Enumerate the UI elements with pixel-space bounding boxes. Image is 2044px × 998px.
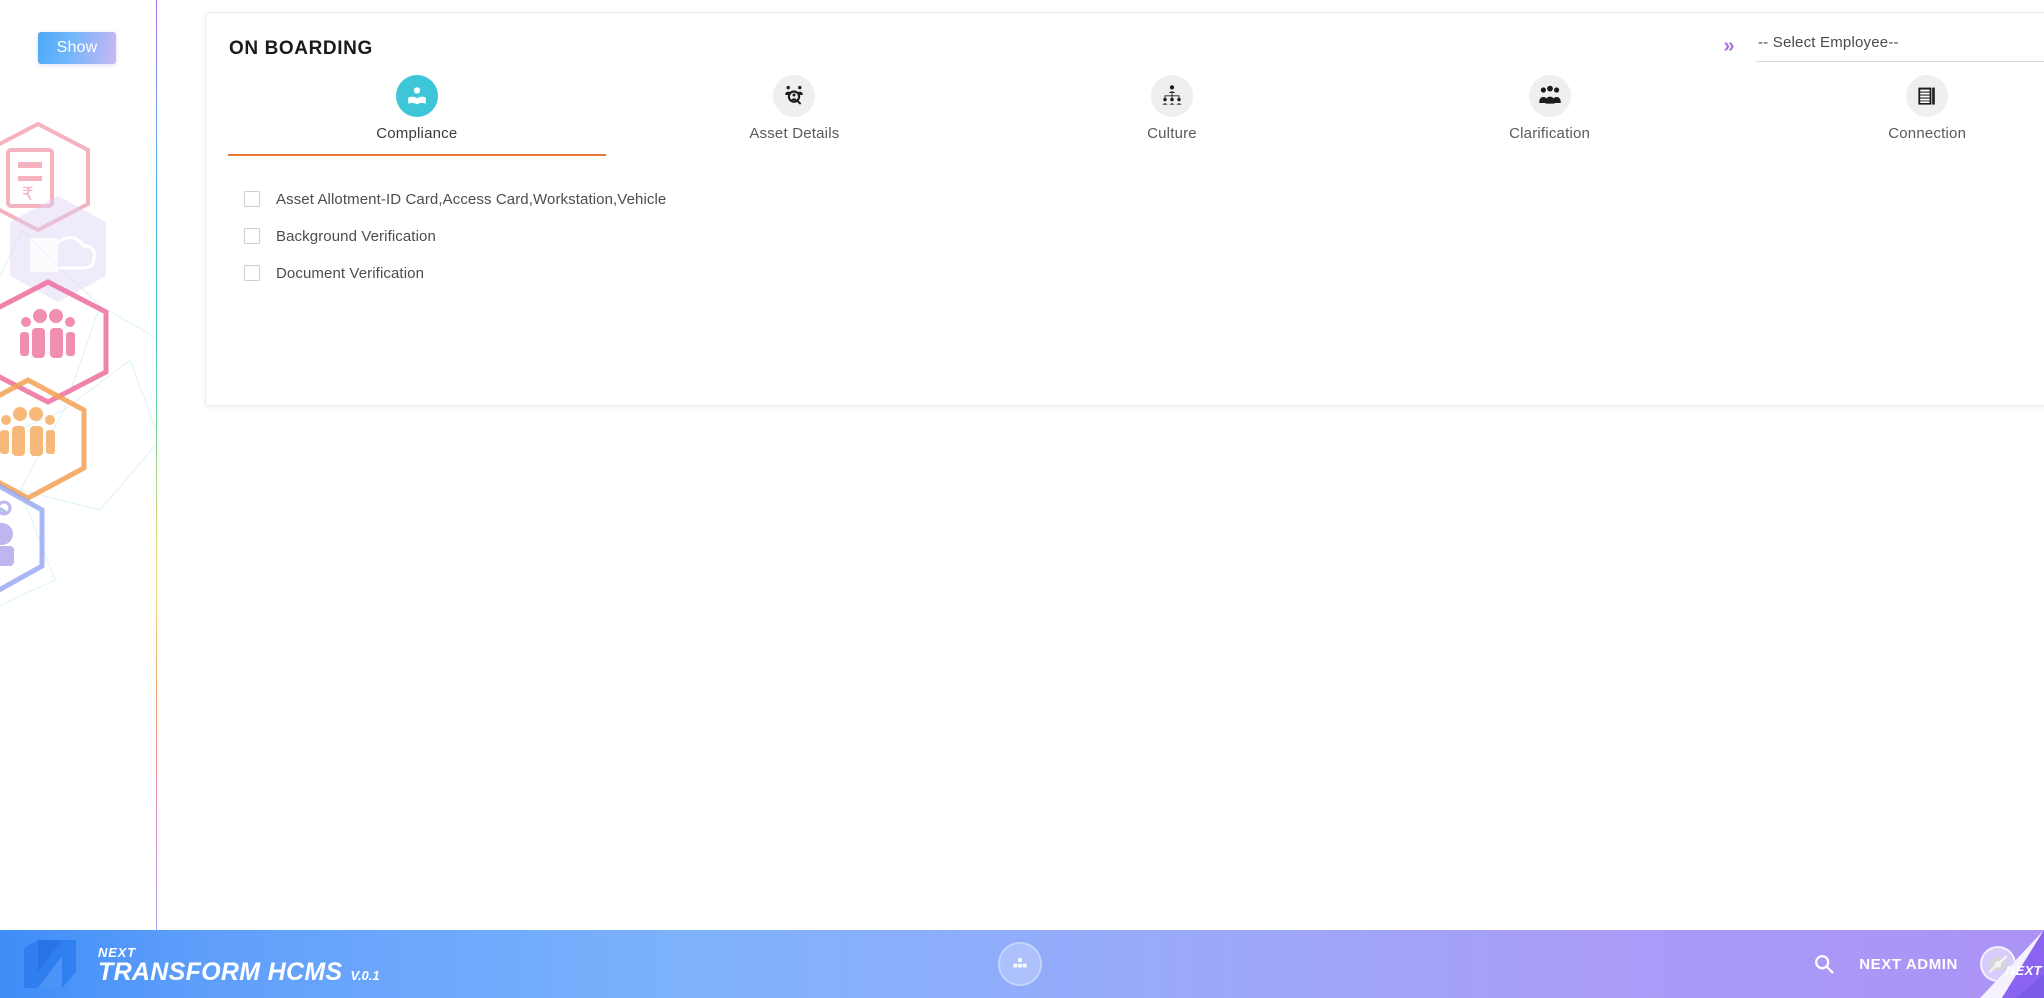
brand-text: NEXT TRANSFORM HCMS V.0.1: [98, 943, 380, 985]
double-chevron-right-icon[interactable]: »: [1708, 36, 1750, 56]
admin-name-label: NEXT ADMIN: [1859, 956, 1958, 973]
tab-connection[interactable]: Connection: [1738, 75, 2044, 156]
decorative-hexagon-graphics: ₹: [0, 110, 157, 630]
app-root: Show ₹: [0, 0, 2044, 998]
page-title: ON BOARDING: [229, 38, 373, 60]
employee-select-value: -- Select Employee--: [1758, 34, 1899, 51]
corner-fold: NEXT: [1972, 930, 2044, 998]
employee-select[interactable]: -- Select Employee--: [1756, 29, 2044, 62]
brand: NEXT TRANSFORM HCMS V.0.1: [22, 930, 380, 998]
tab-label: Compliance: [228, 125, 606, 142]
brand-version-label: V.0.1: [350, 969, 379, 982]
search-icon[interactable]: [1811, 951, 1837, 977]
tab-label: Connection: [1738, 125, 2044, 142]
checklist-item: Background Verification: [244, 223, 2044, 249]
header-controls: » -- Select Employee--: [1708, 29, 2044, 62]
checklist-item-label[interactable]: Asset Allotment-ID Card,Access Card,Work…: [276, 191, 666, 208]
checklist-item: Asset Allotment-ID Card,Access Card,Work…: [244, 186, 2044, 212]
checklist-item-label[interactable]: Background Verification: [276, 228, 436, 245]
stacked-blocks-icon: [1010, 954, 1030, 974]
next-n-logo-icon: [22, 938, 88, 990]
checkbox-background-verification[interactable]: [244, 228, 260, 244]
checklist-item: Document Verification: [244, 260, 2044, 286]
footer-center-button[interactable]: [998, 942, 1042, 986]
onboarding-tabs: Compliance: [206, 75, 2044, 156]
checkbox-document-verification[interactable]: [244, 265, 260, 281]
footer-bar: NEXT TRANSFORM HCMS V.0.1: [0, 930, 2044, 998]
tab-label: Culture: [983, 125, 1361, 142]
tab-clarification[interactable]: Clarification: [1361, 75, 1739, 156]
org-chart-hierarchy-icon: [1151, 75, 1193, 117]
svg-text:₹: ₹: [22, 184, 33, 205]
corner-fold-label: NEXT: [2006, 963, 2042, 978]
left-rail: Show ₹: [0, 0, 157, 930]
onboarding-card: ON BOARDING » -- Select Employee--: [205, 12, 2044, 406]
tab-asset-details[interactable]: Asset Details: [606, 75, 984, 156]
brand-main-label: TRANSFORM HCMS: [98, 960, 342, 985]
checkbox-asset-allotment[interactable]: [244, 191, 260, 207]
main-content: ON BOARDING » -- Select Employee--: [157, 0, 2044, 930]
people-group-icon: [1529, 75, 1571, 117]
card-header: ON BOARDING » -- Select Employee--: [206, 13, 2044, 73]
building-office-icon: [1906, 75, 1948, 117]
person-search-group-icon: [773, 75, 815, 117]
show-button[interactable]: Show: [38, 32, 116, 64]
tab-culture[interactable]: Culture: [983, 75, 1361, 156]
compliance-person-book-icon: [396, 75, 438, 117]
tab-label: Clarification: [1361, 125, 1739, 142]
checklist-item-label[interactable]: Document Verification: [276, 265, 424, 282]
tab-label: Asset Details: [606, 125, 984, 142]
tab-compliance[interactable]: Compliance: [228, 75, 606, 156]
compliance-checklist: Asset Allotment-ID Card,Access Card,Work…: [206, 156, 2044, 286]
